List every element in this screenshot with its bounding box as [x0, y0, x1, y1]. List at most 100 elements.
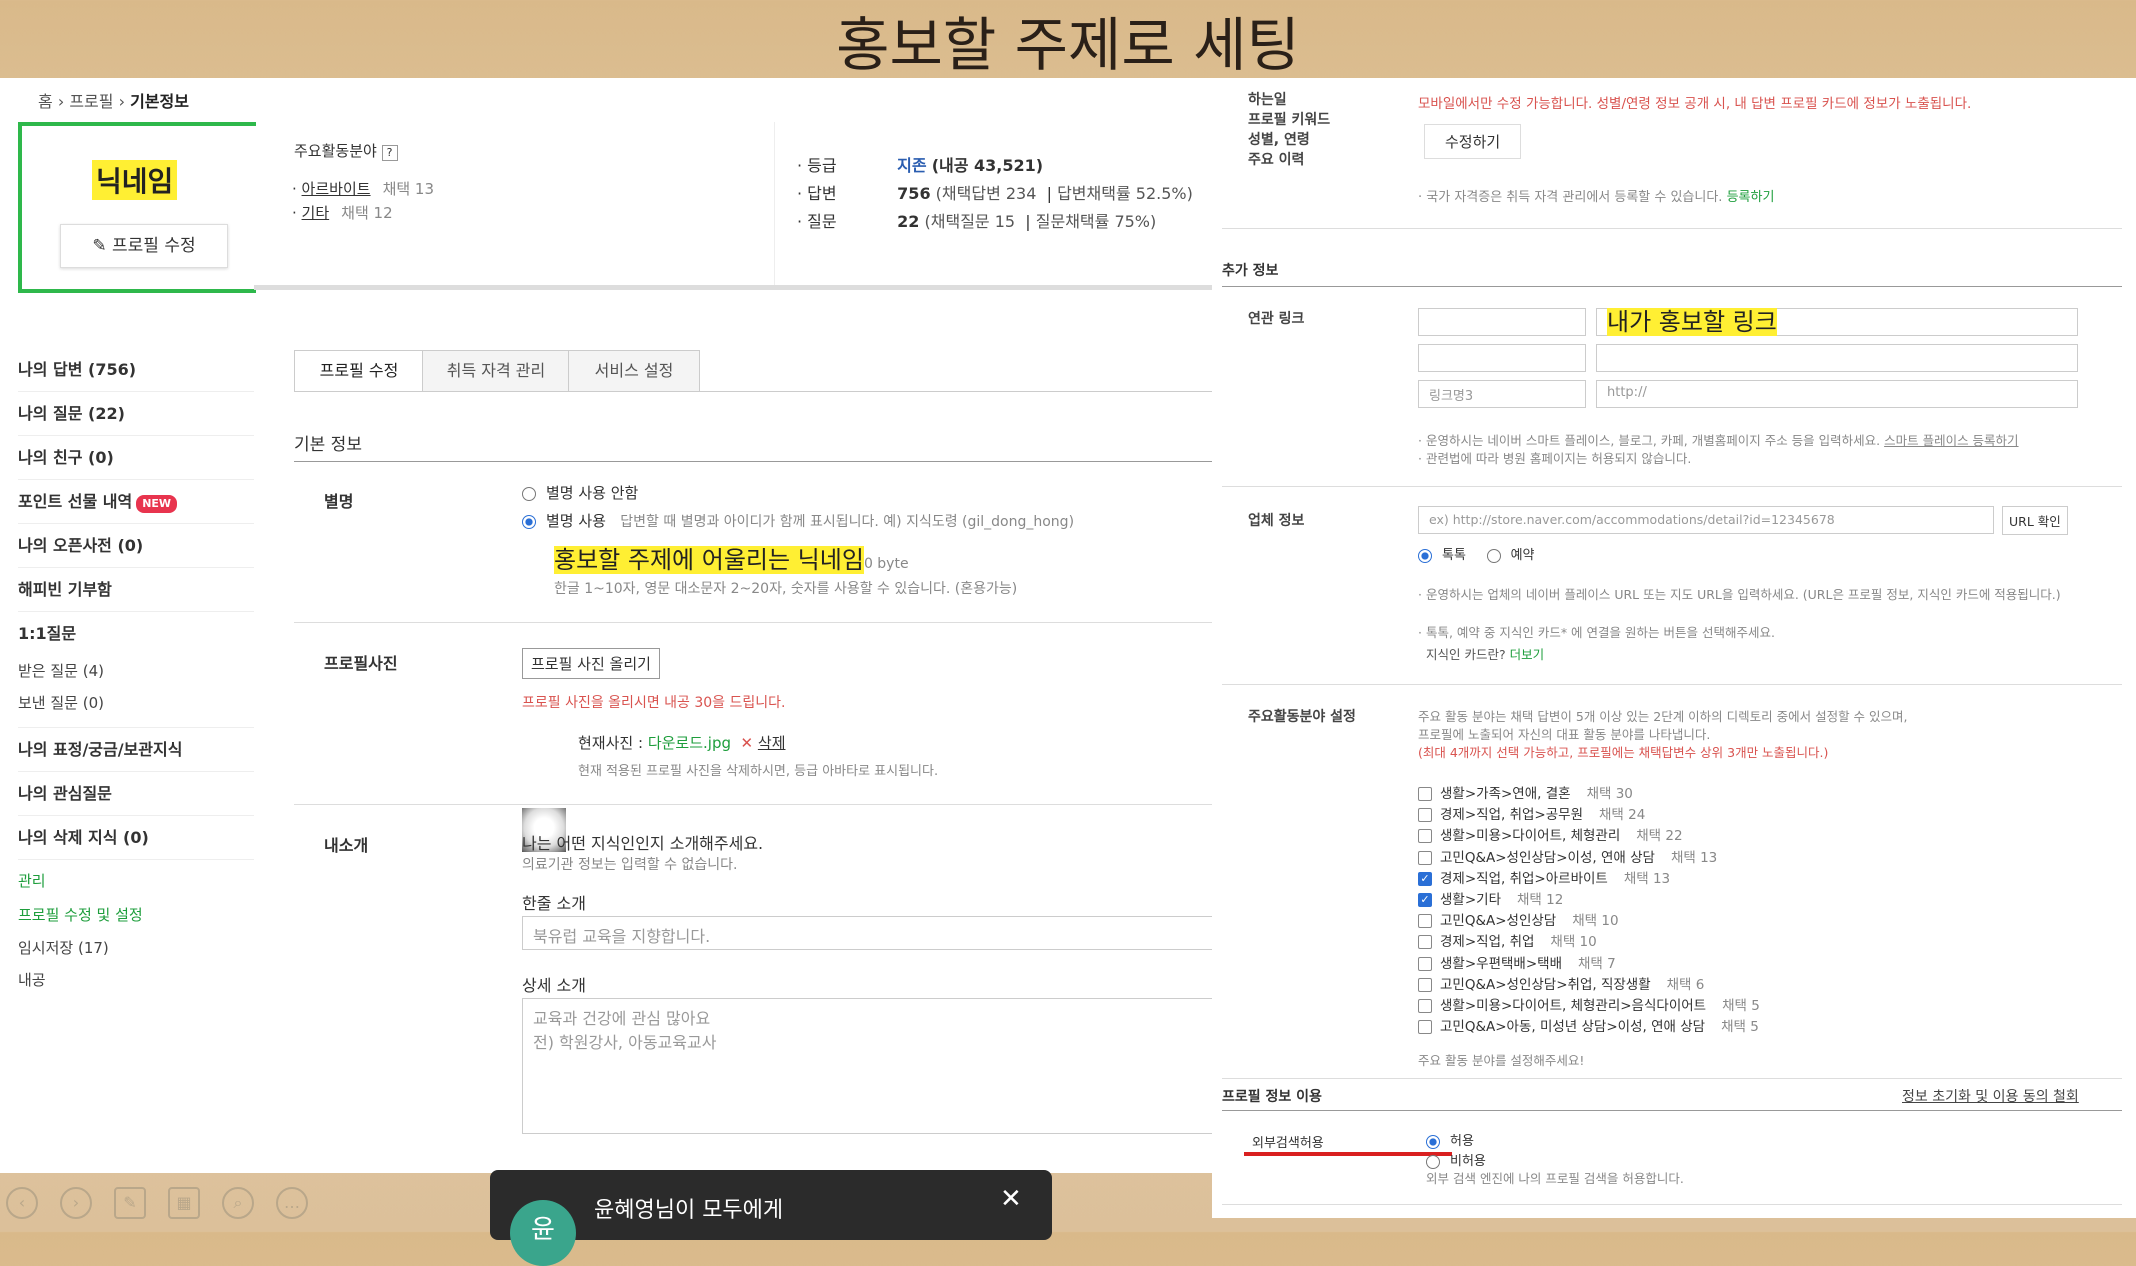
sidebar-item-profile-settings[interactable]: 프로필 수정 및 설정 [18, 898, 254, 932]
main-area-link[interactable]: 기타 [302, 204, 330, 222]
card-more-link[interactable]: 더보기 [1510, 647, 1545, 662]
stat-grade: · 등급 지존 (내공 43,521) [797, 152, 1043, 176]
ext-search-label: 외부검색허용 [1252, 1136, 1324, 1151]
oneline-input[interactable]: 북유럽 교육을 지향합니다. [522, 916, 1212, 950]
alias-off-option[interactable]: 별명 사용 안함 [522, 482, 638, 503]
alias-label: 별명 [324, 492, 354, 511]
link1-name-input[interactable] [1418, 308, 1586, 336]
alias-on-label: 별명 사용 [546, 512, 606, 530]
zoom-icon[interactable]: ⌕ [222, 1187, 254, 1219]
sidebar-item-friends[interactable]: 나의 친구 (0) [18, 436, 254, 480]
sidebar-item-happybean[interactable]: 해피빈 기부함 [18, 568, 254, 612]
sidebar-item-opendict[interactable]: 나의 오픈사전 (0) [18, 524, 254, 568]
delete-photo-link[interactable]: 삭제 [758, 734, 786, 752]
area-checkbox-row[interactable]: 생활>미용>다이어트, 체형관리>음식다이어트 채택 5 [1418, 994, 1760, 1014]
sidebar-item-interest[interactable]: 나의 관심질문 [18, 772, 254, 816]
intro-label: 내소개 [324, 836, 369, 855]
stat-key: 등급 [807, 156, 837, 175]
area-checkbox-row[interactable]: 고민Q&A>아동, 미성년 상담>이성, 연애 상담 채택 5 [1418, 1015, 1759, 1035]
smart-place-link[interactable]: 스마트 플레이스 등록하기 [1884, 433, 2018, 448]
area-count: 채택 5 [1721, 1019, 1759, 1036]
prev-icon[interactable]: ‹ [6, 1187, 38, 1219]
sidebar-item-saved[interactable]: 나의 표정/궁금/보관지식 [18, 728, 254, 772]
link2-name-input[interactable] [1418, 344, 1586, 372]
next-icon[interactable]: › [60, 1187, 92, 1219]
deny-option[interactable]: 비허용 [1426, 1150, 1486, 1169]
sidebar-item-deleted[interactable]: 나의 삭제 지식 (0) [18, 816, 254, 860]
area-checkbox-row[interactable]: 고민Q&A>성인상담>취업, 직장생활 채택 6 [1418, 973, 1704, 993]
sidebar-item-questions[interactable]: 나의 질문 (22) [18, 392, 254, 436]
pen-icon[interactable]: ✎ [114, 1187, 146, 1219]
alias-on-option[interactable]: 별명 사용 답변할 때 별명과 아이디가 함께 표시됩니다. 예) 지식도령 (… [522, 510, 1074, 531]
area-checkbox-row[interactable]: 생활>가족>연애, 결혼 채택 30 [1418, 782, 1633, 802]
area-checkbox-row[interactable]: 고민Q&A>성인상담>이성, 연애 상담 채택 13 [1418, 846, 1717, 866]
close-icon[interactable]: ✕ [1000, 1184, 1022, 1214]
link2-url-input[interactable] [1596, 344, 2078, 372]
link3-url-input[interactable]: http:// [1596, 380, 2078, 408]
chat-toast[interactable]: 윤 윤혜영님이 모두에게 ✕ [490, 1170, 1052, 1266]
url-check-button[interactable]: URL 확인 [2002, 506, 2068, 535]
edit-profile-button[interactable]: ✎ 프로필 수정 [60, 224, 228, 268]
biz-option-talk[interactable]: 톡톡 [1418, 548, 1466, 563]
tab-profile-edit[interactable]: 프로필 수정 [294, 350, 424, 392]
photo-file-link[interactable]: 다운로드.jpg [648, 734, 731, 752]
checkbox-icon [1418, 808, 1432, 823]
tab-service-settings[interactable]: 서비스 설정 [568, 350, 700, 392]
sidebar-item-temp[interactable]: 임시저장 (17) [18, 932, 254, 964]
biz-url-input[interactable]: ex) http://store.naver.com/accommodation… [1418, 506, 1994, 534]
alias-input[interactable]: 홍보할 주제에 어울리는 닉네임0 byte [554, 540, 909, 575]
slides-icon[interactable]: ▦ [168, 1187, 200, 1219]
area-note: 프로필에 노출되어 자신의 대표 활동 분야를 나타냅니다. [1418, 727, 1711, 742]
divider [1222, 286, 2122, 287]
area-checkbox-row[interactable]: 경제>직업, 취업>공무원 채택 24 [1418, 803, 1645, 823]
photo-reward-note: 프로필 사진을 올리시면 내공 30을 드립니다. [522, 695, 786, 711]
stat-value[interactable]: 지존 [897, 156, 926, 175]
breadcrumb-profile[interactable]: 프로필 [69, 92, 113, 111]
cert-link[interactable]: 등록하기 [1727, 190, 1775, 205]
top-labels: 하는일 프로필 키워드 성별, 연령 주요 이력 [1248, 90, 1330, 170]
area-count: 채택 10 [1550, 934, 1597, 951]
sidebar-item-answers[interactable]: 나의 답변 (756) [18, 348, 254, 392]
link3-name-input[interactable]: 링크명3 [1418, 380, 1586, 408]
area-name: 생활>기타 [1440, 892, 1501, 908]
profile-use-title: 프로필 정보 이용 [1222, 1089, 1322, 1105]
divider [1222, 486, 2122, 487]
biz-option-reserve[interactable]: 예약 [1486, 548, 1535, 563]
sidebar-item-points2[interactable]: 내공 [18, 964, 254, 996]
main-area-link[interactable]: 아르바이트 [302, 180, 371, 198]
sidebar-item-received[interactable]: 받은 질문 (4) [18, 655, 254, 687]
biz-note1: · 운영하시는 업체의 네이버 플레이스 URL 또는 지도 URL을 입력하세… [1418, 587, 2061, 602]
area-count: 채택 30 [1586, 786, 1633, 802]
area-checkbox-row[interactable]: ✓ 생활>기타 채택 12 [1418, 888, 1563, 908]
area-count: 채택 13 [1623, 870, 1671, 887]
more-icon[interactable]: … [276, 1187, 308, 1219]
avatar: 윤 [510, 1200, 576, 1266]
delete-icon[interactable]: ✕ [741, 734, 758, 752]
allow-option[interactable]: 허용 [1426, 1130, 1474, 1149]
checkbox-icon [1418, 999, 1432, 1013]
tab-certifications[interactable]: 취득 자격 관리 [422, 350, 570, 392]
main-area-count: 채택 12 [341, 204, 393, 222]
edit-profile-label: 프로필 수정 [112, 236, 196, 256]
upload-photo-button[interactable]: 프로필 사진 올리기 [522, 648, 660, 679]
area-checkbox-row[interactable]: 생활>우편택배>택배 채택 7 [1418, 952, 1616, 972]
checkbox-icon [1418, 829, 1432, 844]
link1-url-input[interactable]: 내가 홍보할 링크 [1596, 308, 2078, 336]
divider [1222, 1110, 2122, 1111]
area-checkbox-row[interactable]: 생활>미용>다이어트, 체형관리 채택 22 [1418, 824, 1683, 844]
detail-textarea[interactable]: 교육과 건강에 관심 많아요 전) 학원강사, 아동교육교사 [522, 998, 1212, 1134]
sidebar-item-one-to-one[interactable]: 1:1질문 [18, 612, 254, 655]
pencil-icon: ✎ [92, 236, 113, 256]
sidebar-item-sent[interactable]: 보낸 질문 (0) [18, 687, 254, 728]
area-checkbox-row[interactable]: 경제>직업, 취업 채택 10 [1418, 930, 1597, 950]
area-checkbox-row[interactable]: ✓ 경제>직업, 취업>아르바이트 채택 13 [1418, 867, 1670, 887]
allow-label: 허용 [1450, 1134, 1474, 1149]
reset-consent-link[interactable]: 정보 초기화 및 이용 동의 철회 [1902, 1086, 2079, 1106]
edit-button[interactable]: 수정하기 [1424, 124, 1522, 159]
sidebar: 나의 답변 (756) 나의 질문 (22) 나의 친구 (0) 포인트 선물 … [18, 348, 254, 996]
help-icon[interactable]: ? [381, 145, 398, 161]
breadcrumb-home[interactable]: 홈 [38, 92, 53, 111]
sidebar-item-points[interactable]: 포인트 선물 내역 NEW [18, 480, 254, 524]
divider [294, 391, 1212, 392]
area-checkbox-row[interactable]: 고민Q&A>성인상담 채택 10 [1418, 909, 1619, 929]
